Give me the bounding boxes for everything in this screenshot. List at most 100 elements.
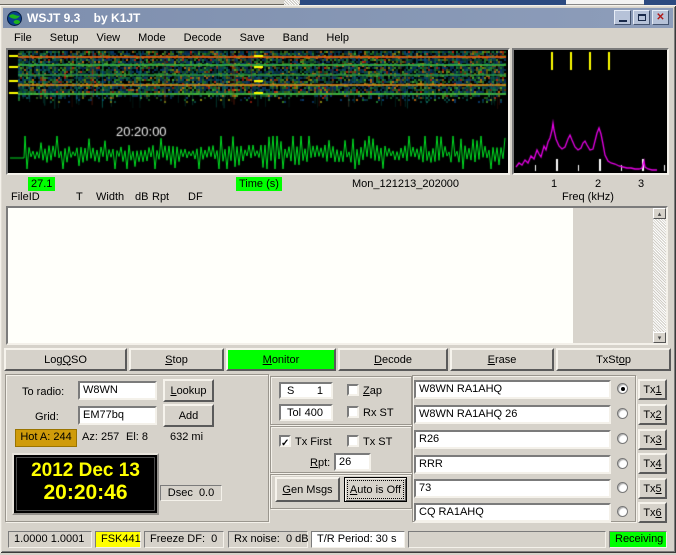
menubar: File Setup View Mode Decode Save Band He… (3, 29, 675, 47)
txstop-button[interactable]: TxSt o p (556, 348, 671, 371)
sync-threshold-value: 1 (316, 385, 323, 397)
tx6-radio[interactable] (617, 506, 628, 517)
tx3-message-input[interactable]: R26 (414, 430, 611, 449)
app-globe-icon (7, 10, 22, 26)
calibration-status: 1.0000 1.0001 (8, 531, 92, 548)
monitor-button[interactable]: Monitor (226, 348, 336, 371)
waterfall-display[interactable] (8, 50, 508, 173)
sync-threshold-display[interactable]: S1 (279, 382, 333, 399)
sync-threshold-label: S (287, 385, 295, 397)
tx6-button[interactable]: Tx 6 (638, 502, 667, 523)
sync-level-badge: 27.1 (28, 177, 56, 191)
to-radio-input[interactable]: W8WN (78, 381, 157, 400)
window-title: WSJT 9.3 by K1JT (27, 11, 141, 25)
grid-label: Grid: (35, 411, 59, 423)
file-id-label: Mon_121213_202000 (352, 178, 460, 190)
scroll-down-icon[interactable] (653, 332, 666, 343)
rx-st-label: Rx ST (363, 407, 394, 419)
freeze-df-status: Freeze DF: 0 (144, 531, 224, 548)
tx4-radio[interactable] (617, 458, 628, 469)
tx-first-checkbox[interactable] (279, 435, 291, 447)
rpt-input[interactable]: 26 (334, 453, 371, 471)
decoded-text[interactable] (8, 208, 573, 343)
freq-axis-label: Freq (kHz) (562, 191, 614, 203)
tx-first-label: Tx First (295, 436, 332, 448)
azimuth-label: Az: 257 (82, 431, 120, 443)
tx2-message-input[interactable]: W8WN RA1AHQ 26 (414, 405, 611, 424)
spectrum-panel (512, 48, 669, 175)
col-df: DF (188, 191, 203, 203)
menu-decode[interactable]: Decode (175, 30, 231, 46)
rx-status-badge: Receiving (609, 531, 667, 548)
tx4-message-input[interactable]: RRR (414, 455, 611, 474)
tx1-button[interactable]: Tx 1 (638, 379, 667, 400)
time-axis-label: Time (s) (236, 177, 282, 191)
menu-help[interactable]: Help (317, 30, 358, 46)
tx-st-checkbox[interactable] (347, 435, 359, 447)
tx5-radio[interactable] (617, 482, 628, 493)
decoded-text-area[interactable] (6, 206, 668, 345)
tx5-button[interactable]: Tx 5 (638, 478, 667, 499)
tx2-radio[interactable] (617, 408, 628, 419)
zap-checkbox[interactable] (347, 384, 359, 396)
tx2-button[interactable]: Tx 2 (638, 404, 667, 425)
clock-date: 2012 Dec 13 (31, 460, 140, 481)
hot-a-badge: Hot A: 244 (15, 429, 77, 447)
tolerance-value: 400 (304, 407, 323, 419)
tr-period-status: T/R Period: 30 s (311, 531, 405, 548)
menu-view[interactable]: View (87, 30, 129, 46)
waterfall-panel (6, 48, 510, 175)
menu-setup[interactable]: Setup (41, 30, 88, 46)
lookup-button[interactable]: Lookup (163, 379, 214, 402)
titlebar[interactable]: WSJT 9.3 by K1JT (3, 8, 673, 28)
elevation-label: El: 8 (126, 431, 149, 443)
tx3-radio[interactable] (617, 433, 628, 444)
spectrum-display[interactable] (514, 50, 667, 173)
add-button[interactable]: Add (163, 404, 214, 427)
col-rpt: Rpt (152, 191, 170, 203)
freq-tick-3: 3 (637, 178, 645, 190)
close-button[interactable] (652, 10, 669, 25)
log-qso-button[interactable]: Log Q SO (4, 348, 127, 371)
distance-label: 632 mi (170, 431, 204, 443)
dsec-display[interactable]: Dsec 0.0 (160, 485, 222, 501)
tolerance-label: Tol (287, 407, 302, 419)
tx-st-label: Tx ST (363, 436, 393, 448)
menu-file[interactable]: File (5, 30, 41, 46)
auto-toggle-button[interactable]: Auto is Off (344, 477, 407, 502)
rx-st-checkbox[interactable] (347, 406, 359, 418)
col-t: T (76, 191, 83, 203)
tx4-button[interactable]: Tx 4 (638, 453, 667, 474)
tx5-message-input[interactable]: 73 (414, 479, 611, 498)
utc-clock: 2012 Dec 13 20:20:46 (12, 453, 159, 515)
to-radio-label: To radio: (22, 386, 65, 398)
tx3-button[interactable]: Tx 3 (638, 429, 667, 450)
mode-status: FSK441 (95, 531, 141, 548)
tolerance-display[interactable]: Tol 400 (279, 404, 333, 421)
maximize-button[interactable] (633, 10, 650, 25)
rpt-label: Rpt: (310, 457, 331, 469)
decode-button[interactable]: Decode (338, 348, 448, 371)
vertical-scrollbar[interactable] (653, 208, 666, 343)
stop-button[interactable]: Stop (129, 348, 224, 371)
menu-save[interactable]: Save (231, 30, 274, 46)
col-fileid: FileID (11, 191, 40, 203)
col-db: dB (135, 191, 149, 203)
menu-band[interactable]: Band (274, 30, 318, 46)
tx6-message-input[interactable]: CQ RA1AHQ (414, 503, 611, 522)
freq-tick-1: 1 (550, 178, 558, 190)
grid-input[interactable]: EM77bq (78, 406, 157, 425)
freq-tick-2: 2 (594, 178, 602, 190)
rx-noise-status: Rx noise: 0 dB (228, 531, 309, 548)
menu-mode[interactable]: Mode (129, 30, 175, 46)
clock-time: 20:20:46 (43, 481, 128, 504)
wsjt-main-window: WSJT 9.3 by K1JT File Setup View Mode De… (0, 5, 676, 553)
zap-label: Zap (363, 385, 382, 397)
col-width: Width (96, 191, 125, 203)
gen-msgs-button[interactable]: Gen Msgs (275, 477, 340, 502)
tx1-radio[interactable] (617, 383, 628, 394)
tx1-message-input[interactable]: W8WN RA1AHQ (414, 380, 611, 399)
erase-button[interactable]: Erase (450, 348, 554, 371)
scroll-up-icon[interactable] (653, 208, 666, 219)
minimize-button[interactable] (614, 10, 631, 25)
